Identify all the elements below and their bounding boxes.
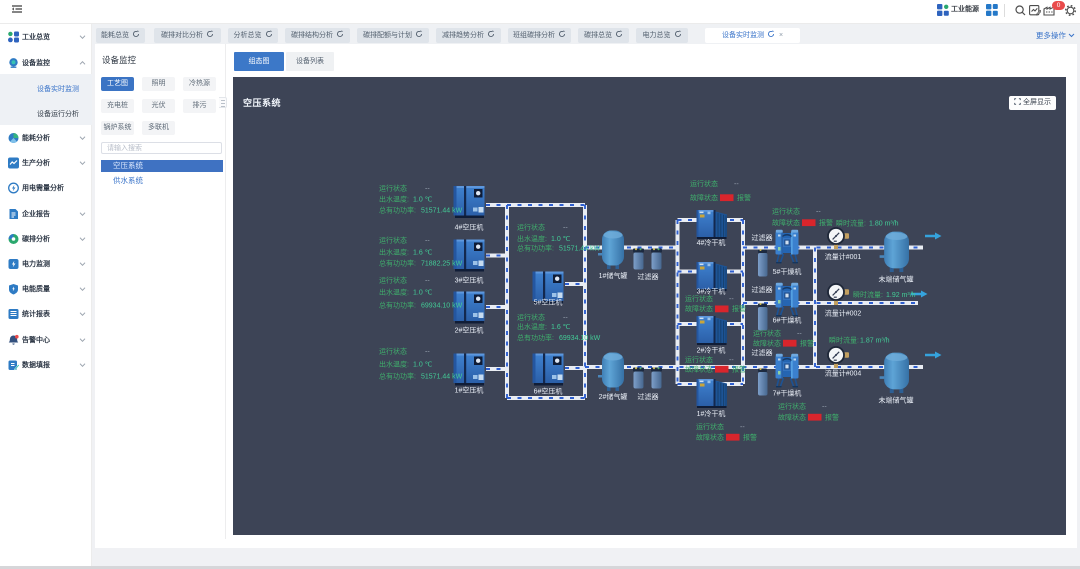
svg-text:3#空压机: 3#空压机 [455,276,484,285]
svg-text:1#储气罐: 1#储气罐 [599,271,628,280]
svg-text:1.6 ℃: 1.6 ℃ [413,250,433,257]
svg-text:报警: 报警 [737,193,751,202]
svg-text:故障状态: 故障状态 [690,193,718,202]
svg-text:1#冷干机: 1#冷干机 [697,409,726,418]
svg-text:过滤器: 过滤器 [752,348,773,357]
svg-text:2#储气罐: 2#储气罐 [599,392,628,401]
svg-text:2#空压机: 2#空压机 [455,326,484,335]
svg-text:流量计#004: 流量计#004 [825,369,862,378]
svg-text:运行状态: 运行状态 [517,313,545,322]
svg-text:71882.25 kW: 71882.25 kW [421,261,463,268]
svg-text:总有功功率:: 总有功功率: [379,301,416,310]
svg-text:总有功功率:: 总有功功率: [517,244,554,253]
svg-text:1.92 m³/h: 1.92 m³/h [886,292,916,299]
svg-text:69934.10 kW: 69934.10 kW [421,303,463,310]
svg-text:1.80 m³/h: 1.80 m³/h [869,221,899,228]
svg-text:3#冷干机: 3#冷干机 [697,287,726,296]
svg-text:瞬时流量:: 瞬时流量: [836,219,866,228]
svg-text:报警: 报警 [732,304,746,313]
svg-text:4#冷干机: 4#冷干机 [697,238,726,247]
svg-text:51571.44 kW: 51571.44 kW [421,208,463,215]
svg-text:7#干燥机: 7#干燥机 [773,389,802,398]
svg-text:运行状态: 运行状态 [685,355,713,364]
svg-text:--: -- [563,315,568,322]
svg-text:故障状态: 故障状态 [685,304,713,313]
svg-text:故障状态: 故障状态 [753,339,781,348]
svg-text:出水温度:: 出水温度: [517,234,547,243]
svg-text:--: -- [816,209,821,216]
svg-text:51571.44 kW: 51571.44 kW [559,246,601,253]
svg-text:运行状态: 运行状态 [753,329,781,338]
svg-text:1.0 ℃: 1.0 ℃ [413,290,433,297]
svg-text:故障状态: 故障状态 [696,433,724,442]
svg-text:出水温度:: 出水温度: [379,360,409,369]
svg-text:过滤器: 过滤器 [752,233,773,242]
svg-text:总有功功率:: 总有功功率: [379,206,416,215]
svg-text:--: -- [729,357,734,364]
svg-text:总有功功率:: 总有功功率: [517,333,554,342]
svg-text:--: -- [729,296,734,303]
svg-text:1.0 ℃: 1.0 ℃ [413,362,433,369]
svg-text:运行状态: 运行状态 [517,223,545,232]
svg-text:1.0 ℃: 1.0 ℃ [551,236,571,243]
svg-text:流量计#002: 流量计#002 [825,309,862,318]
svg-text:故障状态: 故障状态 [772,218,800,227]
svg-text:未端储气罐: 未端储气罐 [879,275,914,284]
svg-text:运行状态: 运行状态 [379,236,407,245]
svg-text:过滤器: 过滤器 [638,392,659,401]
svg-text:51571.44 kW: 51571.44 kW [421,374,463,381]
svg-text:故障状态: 故障状态 [778,413,806,422]
svg-text:报警: 报警 [800,339,814,348]
svg-text:未端储气罐: 未端储气罐 [879,396,914,405]
svg-text:瞬时流量:: 瞬时流量: [853,290,883,299]
svg-text:运行状态: 运行状态 [778,402,806,411]
svg-text:报警: 报警 [743,433,757,442]
svg-text:2#冷干机: 2#冷干机 [697,346,726,355]
svg-text:报警: 报警 [825,413,839,422]
svg-text:6#干燥机: 6#干燥机 [773,316,802,325]
svg-text:--: -- [734,181,739,188]
svg-text:运行状态: 运行状态 [379,347,407,356]
svg-text:出水温度:: 出水温度: [379,288,409,297]
svg-text:运行状态: 运行状态 [690,179,718,188]
svg-text:运行状态: 运行状态 [696,422,724,431]
svg-text:--: -- [425,349,430,356]
svg-text:--: -- [740,424,745,431]
svg-text:4#空压机: 4#空压机 [455,223,484,232]
svg-text:报警: 报警 [732,365,746,374]
svg-text:1.0 ℃: 1.0 ℃ [413,197,433,204]
svg-text:1#空压机: 1#空压机 [455,386,484,395]
svg-text:运行状态: 运行状态 [379,184,407,193]
svg-text:过滤器: 过滤器 [638,272,659,281]
svg-text:故障状态: 故障状态 [685,365,713,374]
svg-text:--: -- [425,186,430,193]
svg-text:--: -- [425,278,430,285]
svg-text:--: -- [822,404,827,411]
svg-text:过滤器: 过滤器 [752,285,773,294]
svg-text:报警: 报警 [819,218,833,227]
svg-text:出水温度:: 出水温度: [379,248,409,257]
svg-text:69934.10 kW: 69934.10 kW [559,335,601,342]
svg-text:5#空压机: 5#空压机 [534,298,563,307]
svg-text:1.6 ℃: 1.6 ℃ [551,324,571,331]
svg-text:出水温度:: 出水温度: [517,322,547,331]
svg-text:--: -- [797,331,802,338]
svg-text:--: -- [563,225,568,232]
svg-text:瞬时流量:: 瞬时流量: [829,336,859,345]
svg-text:运行状态: 运行状态 [772,207,800,216]
svg-text:--: -- [425,238,430,245]
svg-text:1.87 m³/h: 1.87 m³/h [860,338,890,345]
svg-text:总有功功率:: 总有功功率: [379,259,416,268]
svg-text:6#空压机: 6#空压机 [534,387,563,396]
svg-text:运行状态: 运行状态 [379,276,407,285]
svg-text:总有功功率:: 总有功功率: [379,372,416,381]
svg-text:出水温度:: 出水温度: [379,195,409,204]
svg-text:5#干燥机: 5#干燥机 [773,267,802,276]
svg-text:流量计#001: 流量计#001 [825,252,862,261]
